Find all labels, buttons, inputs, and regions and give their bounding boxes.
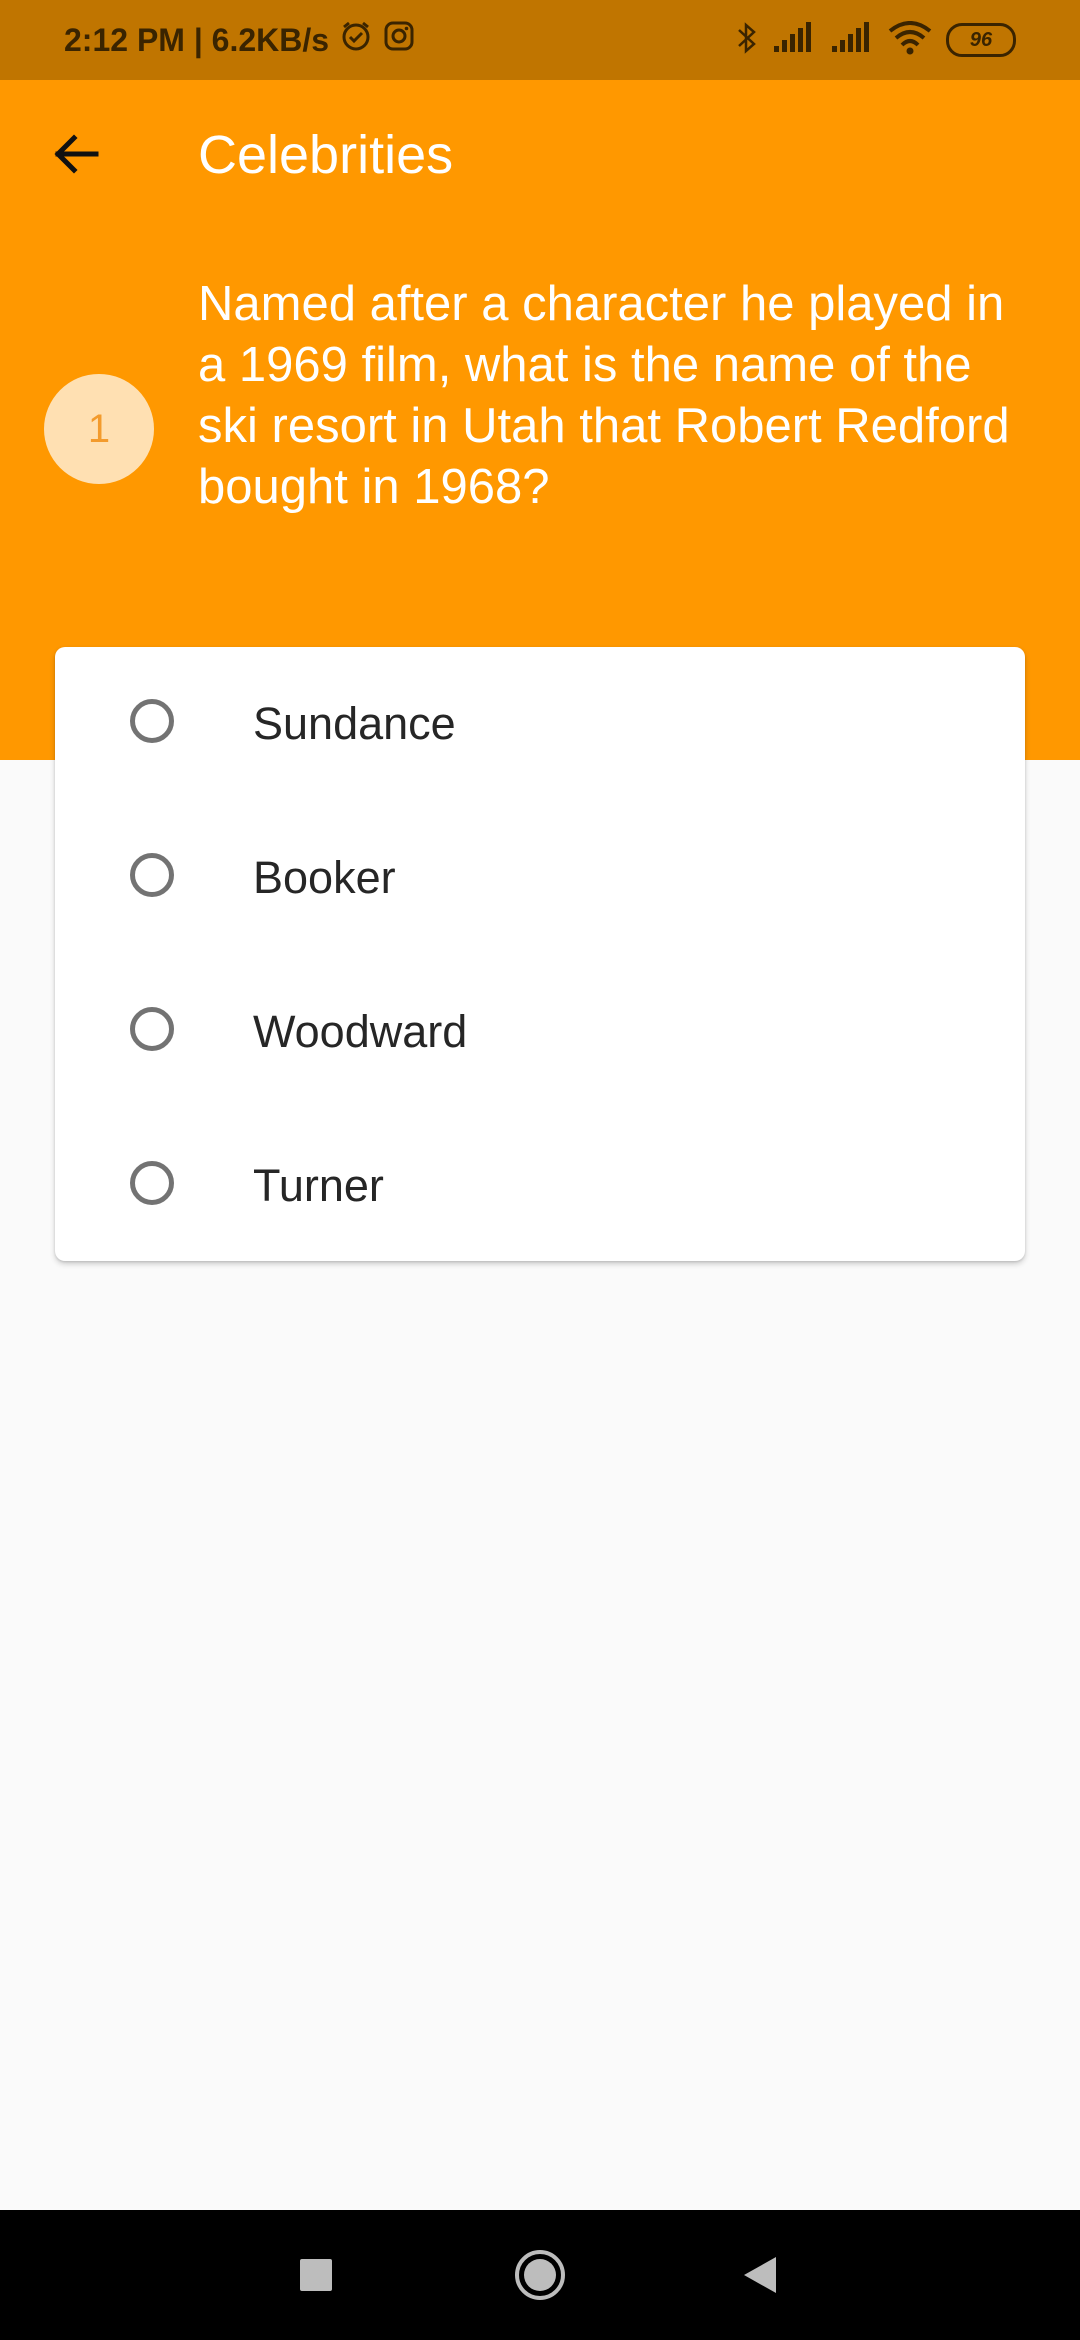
question-number-badge: 1 (44, 374, 154, 484)
status-time-speed: 2:12 PM | 6.2KB/s (64, 21, 330, 58)
answer-option[interactable]: Woodward (55, 955, 1025, 1109)
radio-button-icon[interactable] (130, 853, 174, 897)
radio-button-icon[interactable] (130, 699, 174, 743)
signal-icon (772, 21, 816, 59)
answer-option-label: Woodward (253, 1006, 468, 1057)
back-triangle-icon (744, 2257, 776, 2293)
wifi-icon (888, 20, 932, 60)
battery-icon: 96 (946, 23, 1016, 57)
answer-option[interactable]: Sundance (55, 647, 1025, 801)
nav-back-button[interactable] (720, 2210, 800, 2340)
status-right: 96 (736, 0, 1016, 80)
home-circle-icon (515, 2250, 565, 2300)
signal-icon (830, 21, 874, 59)
question-text: Named after a character he played in a 1… (198, 277, 1010, 514)
status-bar: 2:12 PM | 6.2KB/s 96 (0, 0, 1080, 80)
alarm-icon (339, 19, 373, 61)
answer-option[interactable]: Turner (55, 1109, 1025, 1263)
answer-option-label: Turner (253, 1160, 384, 1211)
status-left: 2:12 PM | 6.2KB/s (64, 0, 415, 80)
answer-option[interactable]: Booker (55, 801, 1025, 955)
answer-options-card: Sundance Booker Woodward Turner (55, 647, 1025, 1261)
battery-level: 96 (969, 28, 993, 51)
home-button[interactable] (500, 2210, 580, 2340)
recents-button[interactable] (276, 2210, 356, 2340)
recents-square-icon (300, 2259, 332, 2291)
radio-button-icon[interactable] (130, 1007, 174, 1051)
system-nav-bar (0, 2210, 1080, 2340)
back-button[interactable] (40, 118, 112, 190)
radio-button-icon[interactable] (130, 1161, 174, 1205)
page-title: Celebrities (198, 125, 454, 185)
instagram-icon (383, 20, 415, 60)
arrow-left-icon (54, 134, 99, 174)
bluetooth-icon (736, 20, 758, 61)
answer-option-label: Booker (253, 852, 396, 903)
answer-option-label: Sundance (253, 698, 456, 749)
